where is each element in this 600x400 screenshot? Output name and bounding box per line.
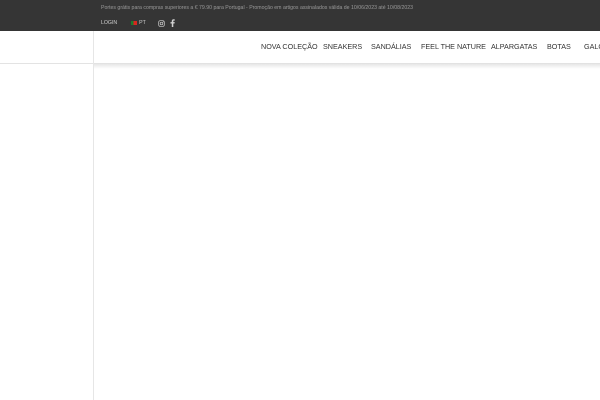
language-selector[interactable]: PT [131, 20, 146, 26]
nav-item-botas[interactable]: BOTAS [547, 42, 571, 51]
header-shadow [94, 63, 600, 69]
main-navigation: NOVA COLEÇÃO SNEAKERS SANDÁLIAS FEEL THE… [0, 31, 600, 63]
promo-banner-text: Portes grátis para compras superiores a … [101, 5, 414, 11]
content-divider [93, 31, 94, 400]
nav-item-sneakers[interactable]: SNEAKERS [323, 42, 362, 51]
nav-item-feel-the-nature[interactable]: FEEL THE NATURE [421, 42, 486, 51]
nav-item-alpargatas[interactable]: ALPARGATAS [491, 42, 537, 51]
top-bar: Portes grátis para compras superiores a … [0, 0, 600, 31]
login-link[interactable]: LOGIN [101, 20, 117, 26]
facebook-icon[interactable] [170, 19, 175, 27]
nav-item-nova-colecao[interactable]: NOVA COLEÇÃO [261, 42, 318, 51]
instagram-icon[interactable] [158, 19, 165, 27]
utility-row: LOGIN PT [101, 16, 175, 30]
portugal-flag-icon [131, 21, 138, 25]
nav-item-galo[interactable]: GALO [584, 42, 600, 51]
left-panel-divider [0, 63, 93, 64]
nav-item-sandalias[interactable]: SANDÁLIAS [371, 42, 411, 51]
social-links [158, 19, 175, 27]
language-label: PT [139, 20, 146, 26]
